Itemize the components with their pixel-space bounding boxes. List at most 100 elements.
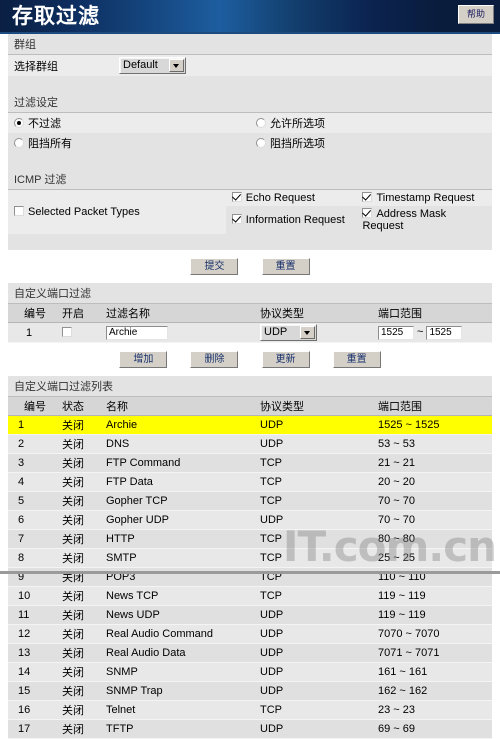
row-status: 关闭 [56, 643, 100, 663]
checkbox-option-echo-request[interactable]: Echo Request [226, 190, 357, 206]
column-header-id: 编号 [8, 304, 56, 323]
checkbox-option-selected-packet-types[interactable]: Selected Packet Types [8, 190, 226, 234]
table-row[interactable]: 8 关闭 SMTP TCP 25 ~ 25 [8, 548, 492, 568]
table-row[interactable]: 12 关闭 Real Audio Command UDP 7070 ~ 7070 [8, 624, 492, 644]
icmp-section-title: ICMP 过滤 [8, 169, 492, 190]
protocol-select[interactable]: UDP [260, 324, 317, 341]
table-row[interactable]: 2 关闭 DNS UDP 53 ~ 53 [8, 434, 492, 454]
table-header-row: 编号 开启 过滤名称 协议类型 端口范围 [8, 304, 492, 323]
spacer [8, 153, 492, 169]
protocol-select-value: UDP [264, 326, 288, 338]
input-row-name-cell [100, 322, 254, 343]
custom-port-filter-title: 自定义端口过滤 [8, 283, 492, 304]
checkbox-icon-selected-packet-types[interactable] [14, 206, 24, 216]
column-header-port-range: 端口范围 [372, 304, 492, 323]
row-protocol: UDP [254, 415, 372, 435]
group-select[interactable]: Default [119, 57, 186, 74]
input-row-enable-cell[interactable] [56, 322, 100, 343]
column-header-id: 编号 [8, 397, 56, 416]
port-end-input[interactable] [426, 325, 463, 340]
row-status: 关闭 [56, 624, 100, 644]
checkbox-option-timestamp-request[interactable]: Timestamp Request [356, 190, 492, 206]
reset-list-button[interactable]: 重置 [332, 351, 381, 368]
table-row[interactable]: 4 关闭 FTP Data TCP 20 ~ 20 [8, 472, 492, 492]
filter-settings-section: 不过滤 允许所选项 阻挡所有 阻挡所选项 [8, 113, 492, 169]
page-header: 存取过滤 帮助 [0, 0, 500, 34]
filter-name-input[interactable] [106, 325, 168, 340]
row-port-range: 7071 ~ 7071 [372, 643, 492, 663]
row-status: 关闭 [56, 434, 100, 454]
checkbox-icon-information-request[interactable] [231, 214, 242, 224]
spacer [8, 76, 492, 92]
row-id: 1 [8, 415, 56, 435]
row-protocol: UDP [254, 510, 372, 530]
radio-label-block-all: 阻挡所有 [28, 138, 72, 150]
row-port-range: 119 ~ 119 [372, 605, 492, 625]
table-row[interactable]: 7 关闭 HTTP TCP 80 ~ 80 [8, 529, 492, 549]
row-id: 4 [8, 472, 56, 492]
port-start-input[interactable] [378, 325, 414, 340]
checkbox-icon-echo-request[interactable] [231, 192, 242, 202]
checkbox-icon-address-mask-request[interactable] [362, 208, 373, 218]
checkbox-option-information-request[interactable]: Information Request [226, 206, 357, 234]
chevron-down-icon [300, 326, 315, 339]
radio-icon-no-filter[interactable] [14, 118, 24, 128]
table-row[interactable]: 16 关闭 Telnet TCP 23 ~ 23 [8, 700, 492, 720]
radio-option-block-all[interactable]: 阻挡所有 [8, 133, 250, 153]
update-button[interactable]: 更新 [261, 351, 310, 368]
table-row[interactable]: 13 关闭 Real Audio Data UDP 7071 ~ 7071 [8, 643, 492, 663]
group-select-label: 选择群组 [14, 60, 58, 73]
table-row[interactable]: 6 关闭 Gopher UDP UDP 70 ~ 70 [8, 510, 492, 530]
row-name: HTTP [100, 529, 254, 549]
row-id: 15 [8, 681, 56, 701]
filter-settings-title: 过滤设定 [8, 92, 492, 113]
radio-icon-block-all[interactable] [14, 138, 24, 148]
radio-label-no-filter: 不过滤 [28, 118, 61, 130]
row-protocol: TCP [254, 529, 372, 549]
row-name: SNMP [100, 662, 254, 682]
table-row[interactable]: 17 关闭 TFTP UDP 69 ~ 69 [8, 719, 492, 739]
radio-icon-block-selected[interactable] [256, 138, 266, 148]
row-status: 关闭 [56, 453, 100, 473]
table-row[interactable]: 11 关闭 News UDP UDP 119 ~ 119 [8, 605, 492, 625]
table-row[interactable]: 10 关闭 News TCP TCP 119 ~ 119 [8, 586, 492, 606]
table-row[interactable]: 3 关闭 FTP Command TCP 21 ~ 21 [8, 453, 492, 473]
row-protocol: UDP [254, 434, 372, 454]
row-name: Telnet [100, 700, 254, 720]
row-name: Archie [100, 415, 254, 435]
row-status: 关闭 [56, 719, 100, 739]
row-port-range: 1525 ~ 1525 [372, 415, 492, 435]
row-id: 12 [8, 624, 56, 644]
checkbox-option-address-mask-request[interactable]: Address Mask Request [356, 206, 492, 234]
reset-button[interactable]: 重置 [261, 258, 310, 275]
table-row[interactable]: 15 关闭 SNMP Trap UDP 162 ~ 162 [8, 681, 492, 701]
row-protocol: UDP [254, 643, 372, 663]
row-port-range: 162 ~ 162 [372, 681, 492, 701]
radio-option-no-filter[interactable]: 不过滤 [8, 113, 250, 133]
table-row[interactable]: 14 关闭 SNMP UDP 161 ~ 161 [8, 662, 492, 682]
row-id: 8 [8, 548, 56, 568]
add-button[interactable]: 增加 [119, 351, 168, 368]
input-row-protocol-cell: UDP [254, 322, 372, 343]
input-row-range-cell: ~ [372, 322, 492, 343]
row-status: 关闭 [56, 605, 100, 625]
checkbox-icon-timestamp-request[interactable] [362, 192, 373, 202]
checkbox-label-echo-request: Echo Request [245, 192, 315, 204]
input-row-id: 1 [8, 322, 56, 343]
radio-option-allow-selected[interactable]: 允许所选项 [250, 113, 492, 133]
row-port-range: 70 ~ 70 [372, 510, 492, 530]
radio-option-block-selected[interactable]: 阻挡所选项 [250, 133, 492, 153]
row-status: 关闭 [56, 700, 100, 720]
table-row[interactable]: 1 关闭 Archie UDP 1525 ~ 1525 [8, 415, 492, 435]
help-button[interactable]: 帮助 [458, 5, 494, 24]
row-port-range: 53 ~ 53 [372, 434, 492, 454]
row-id: 5 [8, 491, 56, 511]
table-row[interactable]: 5 关闭 Gopher TCP TCP 70 ~ 70 [8, 491, 492, 511]
delete-button[interactable]: 删除 [190, 351, 239, 368]
checkbox-icon-enable-filter[interactable] [62, 326, 72, 337]
row-port-range: 7070 ~ 7070 [372, 624, 492, 644]
submit-button[interactable]: 提交 [190, 258, 239, 275]
radio-icon-allow-selected[interactable] [256, 118, 266, 128]
row-id: 16 [8, 700, 56, 720]
checkbox-label-timestamp-request: Timestamp Request [376, 192, 475, 204]
